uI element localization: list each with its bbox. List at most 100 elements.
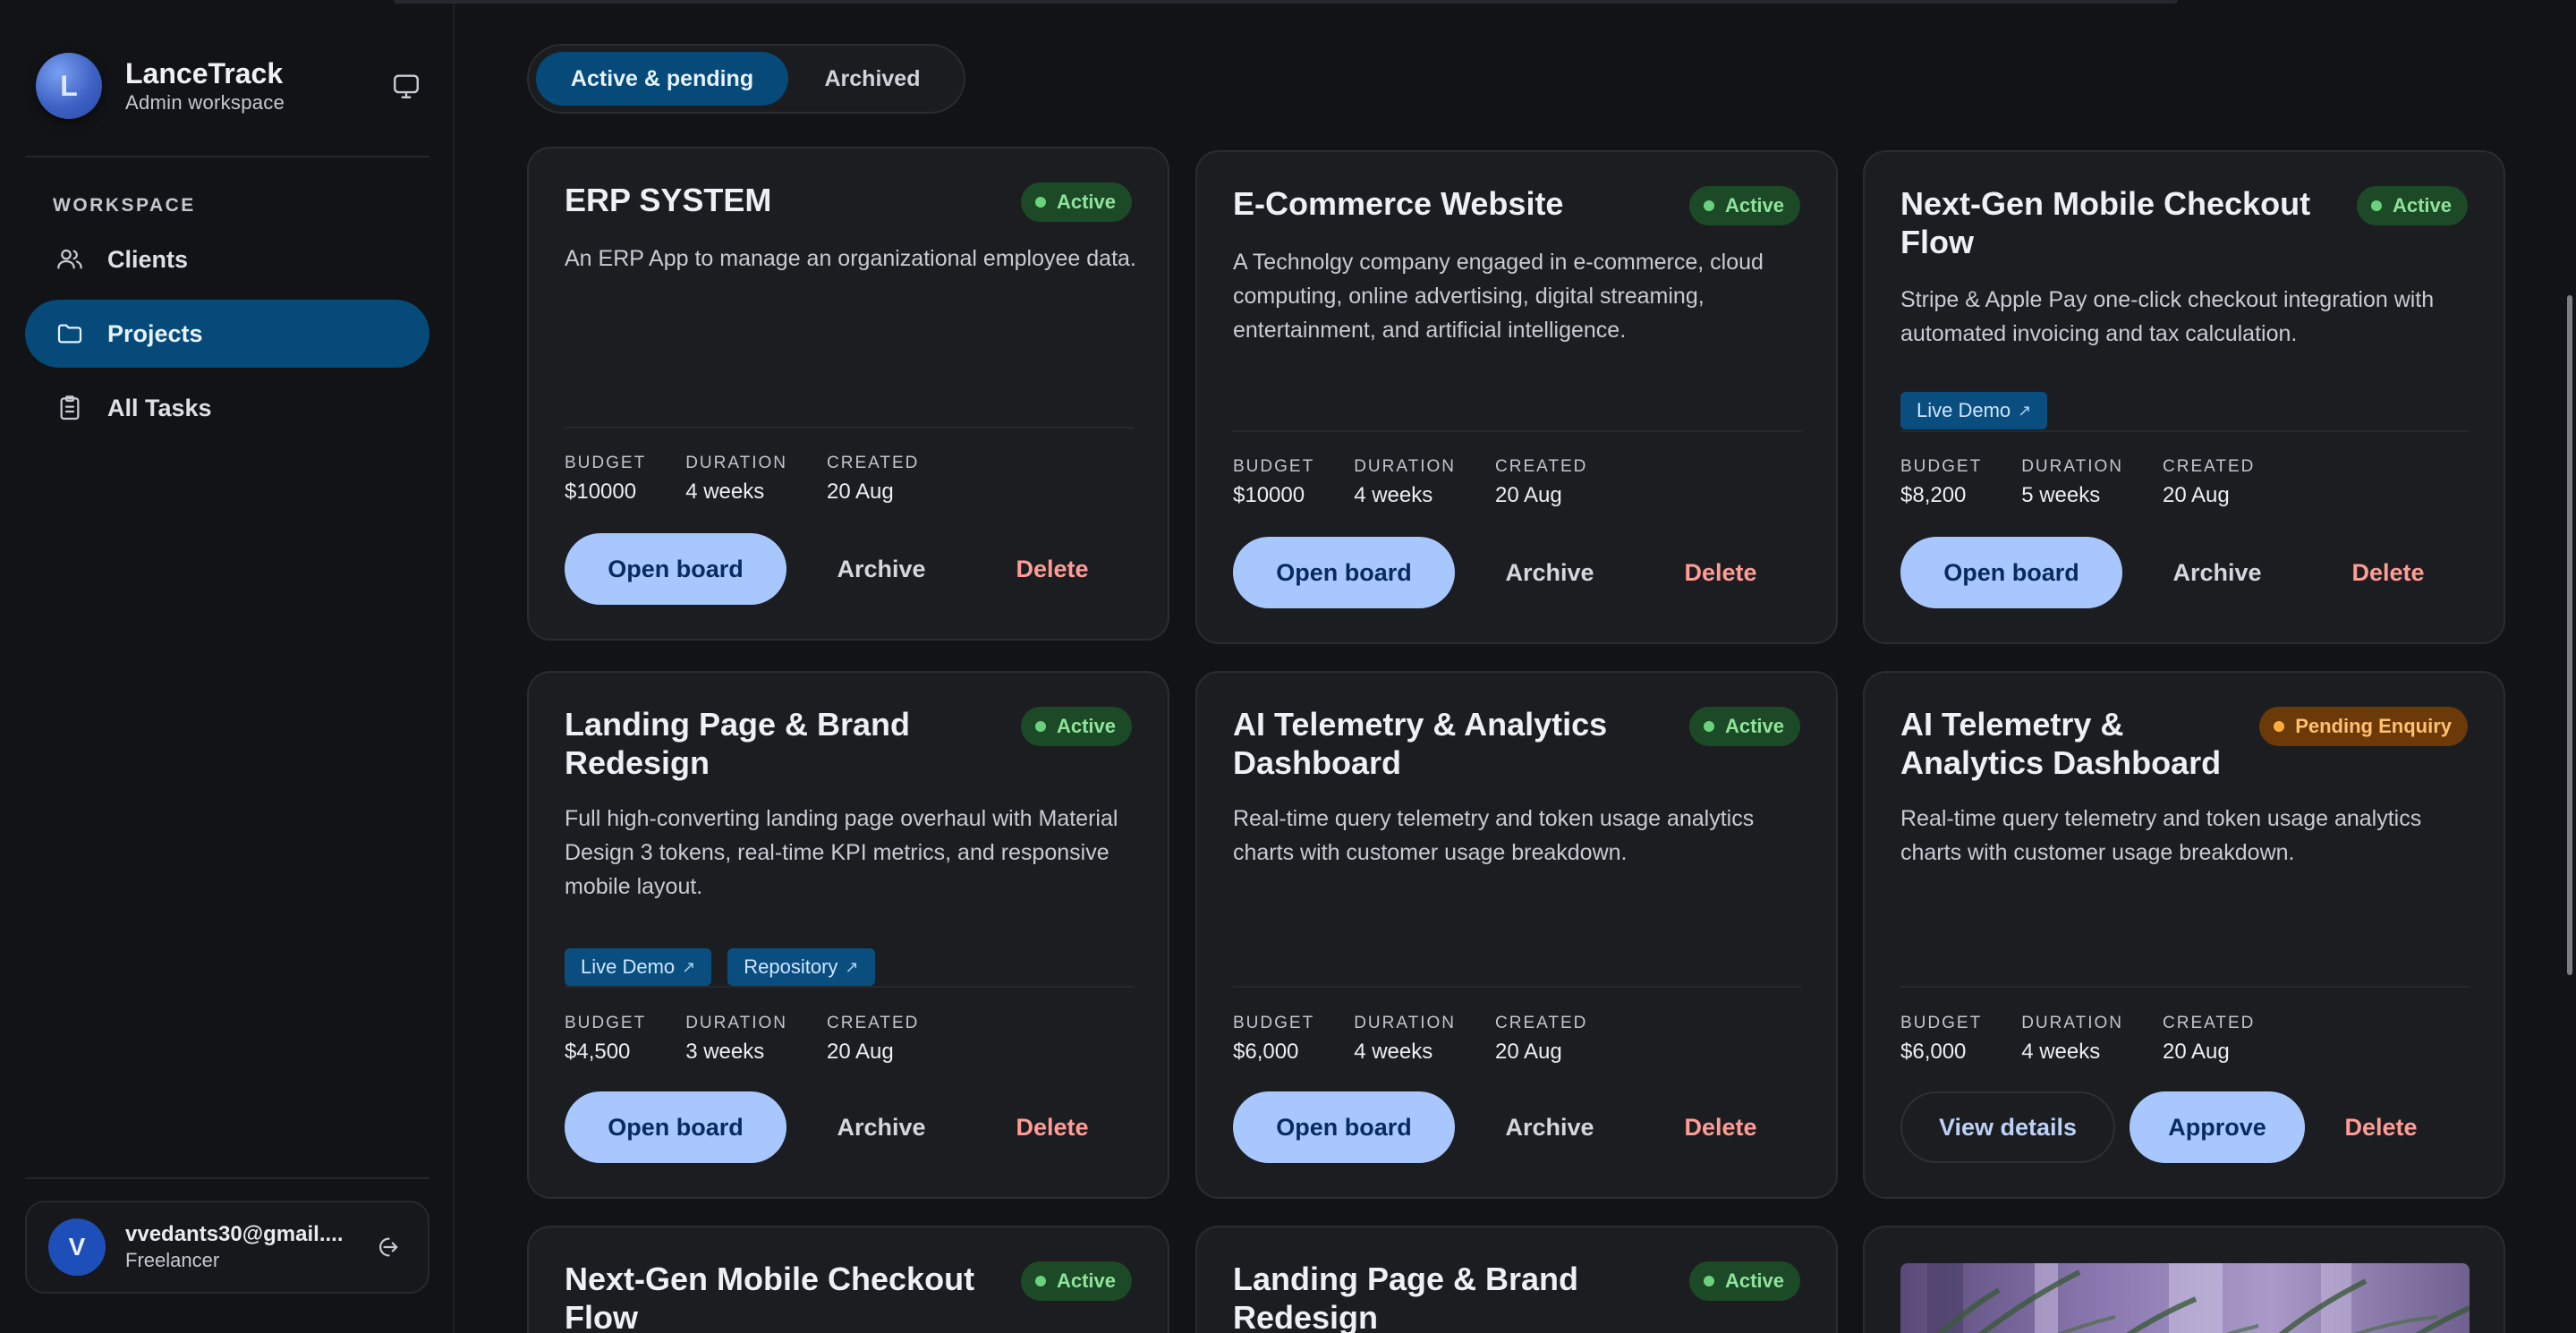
section-title-workspace: WORKSPACE <box>53 195 196 216</box>
sidebar-item-label: All Tasks <box>107 394 212 421</box>
budget-value: $8,200 <box>1900 483 1967 507</box>
meta-duration: DURATION 4 weeks <box>1354 456 1456 514</box>
budget-value: $6,000 <box>1900 1040 1967 1064</box>
external-link-icon: ↗ <box>682 957 696 976</box>
status-dot <box>1703 1276 1714 1286</box>
sidebar-item-clients[interactable]: Clients <box>25 225 429 293</box>
card-actions: View details Approve Delete <box>1900 1091 2457 1163</box>
meta-label: CREATED <box>1495 1014 1588 1032</box>
meta-duration: DURATION 4 weeks <box>2021 1013 2123 1070</box>
status-dot <box>1034 721 1046 732</box>
archive-button[interactable]: Archive <box>1455 537 1645 608</box>
external-link-icon: ↗ <box>2018 401 2032 420</box>
monitor-icon[interactable] <box>383 63 429 109</box>
meta-label: BUDGET <box>565 454 647 472</box>
meta-label: CREATED <box>1495 457 1588 476</box>
status-badge: Active <box>1688 707 1800 746</box>
project-card: AI Telemetry & Analytics Dashboard Pendi… <box>1863 671 2505 1199</box>
view-details-button[interactable]: View details <box>1900 1091 2115 1163</box>
project-title: Next-Gen Mobile Checkout Flow <box>1900 185 2311 260</box>
archive-button[interactable]: Archive <box>786 533 976 605</box>
scrollbar-thumb[interactable] <box>2567 295 2572 975</box>
card-actions: Open board Archive Delete <box>565 533 1128 605</box>
meta-label: DURATION <box>685 454 787 472</box>
archive-button[interactable]: Archive <box>1455 1091 1645 1163</box>
archive-button[interactable]: Archive <box>2122 537 2312 608</box>
meta-label: DURATION <box>685 1014 787 1032</box>
live-demo-link[interactable]: Live Demo ↗ <box>565 948 712 986</box>
project-meta: BUDGET $10000 DURATION 4 weeks CREATED 20 A… <box>565 453 919 510</box>
meta-label: BUDGET <box>1900 457 1983 476</box>
project-card: E-Commerce Website Active A Technolgy co… <box>1195 150 1838 644</box>
meta-budget: BUDGET $10000 <box>565 453 646 510</box>
project-meta: BUDGET $10000 DURATION 4 weeks CREATED 20 A… <box>1233 456 1587 514</box>
meta-created: CREATED 20 Aug <box>827 453 919 510</box>
status-dot <box>2274 721 2285 732</box>
delete-button[interactable]: Delete <box>2312 537 2464 608</box>
archive-button[interactable]: Archive <box>786 1091 976 1163</box>
meta-budget: BUDGET $6,000 <box>1233 1013 1314 1070</box>
card-divider <box>1900 986 2470 988</box>
sidebar-item-all-tasks[interactable]: All Tasks <box>25 374 429 442</box>
sidebar-divider-top <box>25 156 429 157</box>
status-badge: Active <box>2356 186 2468 225</box>
status-label: Active <box>1724 194 1784 217</box>
meta-label: BUDGET <box>565 1014 647 1032</box>
card-actions: Open board Archive Delete <box>565 1091 1128 1163</box>
status-dot <box>2370 200 2382 211</box>
delete-button[interactable]: Delete <box>976 533 1128 605</box>
brand-text: LanceTrack Admin workspace <box>125 56 383 115</box>
project-description: An ERP App to manage an organizational e… <box>565 246 1136 271</box>
approve-button[interactable]: Approve <box>2130 1091 2305 1163</box>
meta-label: BUDGET <box>1233 457 1315 476</box>
meta-duration: DURATION 4 weeks <box>685 453 787 510</box>
link-label: Repository <box>744 955 838 978</box>
status-label: Active <box>2392 194 2452 217</box>
open-board-button[interactable]: Open board <box>1233 1091 1455 1163</box>
delete-button[interactable]: Delete <box>1645 1091 1797 1163</box>
project-card: Landing Page & Brand Redesign Active <box>1195 1226 1838 1333</box>
project-card <box>1863 1226 2505 1333</box>
open-board-button[interactable]: Open board <box>565 1091 786 1163</box>
brand-subtitle: Admin workspace <box>125 91 285 114</box>
delete-button[interactable]: Delete <box>2305 1091 2457 1163</box>
sidebar-item-label: Projects <box>107 319 203 347</box>
status-dot <box>1703 721 1714 732</box>
meta-budget: BUDGET $4,500 <box>565 1013 646 1070</box>
folder-icon <box>55 319 84 348</box>
budget-value: $6,000 <box>1233 1040 1299 1064</box>
project-title: AI Telemetry & Analytics Dashboard <box>1900 706 2222 781</box>
open-board-button[interactable]: Open board <box>1233 537 1455 608</box>
card-actions: Open board Archive Delete <box>1900 537 2464 608</box>
tab-archived[interactable]: Archived <box>788 52 956 106</box>
duration-value: 4 weeks <box>685 480 765 504</box>
card-divider <box>1900 430 2470 432</box>
project-card: Landing Page & Brand Redesign Active Ful… <box>527 671 1169 1199</box>
duration-value: 4 weeks <box>1354 483 1433 507</box>
scrollbar[interactable] <box>2560 0 2576 1333</box>
logout-icon[interactable] <box>363 1224 410 1270</box>
user-email: vvedants30@gmail.... <box>125 1222 344 1246</box>
status-dot <box>1034 197 1046 208</box>
meta-created: CREATED 20 Aug <box>827 1013 919 1070</box>
project-meta: BUDGET $6,000 DURATION 4 weeks CREATED 20 A… <box>1233 1013 1587 1070</box>
sidebar-divider-bottom <box>25 1177 429 1179</box>
users-icon <box>55 245 84 274</box>
project-description: Stripe & Apple Pay one-click checkout in… <box>1900 287 2435 346</box>
meta-budget: BUDGET $10000 <box>1233 456 1314 514</box>
delete-button[interactable]: Delete <box>976 1091 1128 1163</box>
open-board-button[interactable]: Open board <box>1900 537 2122 608</box>
tab-active-pending[interactable]: Active & pending <box>536 52 788 106</box>
delete-button[interactable]: Delete <box>1645 537 1797 608</box>
sidebar-item-projects[interactable]: Projects <box>25 300 429 368</box>
meta-budget: BUDGET $6,000 <box>1900 1013 1982 1070</box>
repository-link[interactable]: Repository ↗ <box>727 948 875 986</box>
card-divider <box>1233 430 1802 432</box>
open-board-button[interactable]: Open board <box>565 533 786 605</box>
budget-value: $10000 <box>565 480 637 504</box>
status-badge: Active <box>1688 1261 1800 1301</box>
project-meta: BUDGET $6,000 DURATION 4 weeks CREATED 20 A… <box>1900 1013 2255 1070</box>
project-description: Real-time query telemetry and token usag… <box>1233 806 1755 865</box>
meta-created: CREATED 20 Aug <box>1495 1013 1587 1070</box>
live-demo-link[interactable]: Live Demo ↗ <box>1900 392 2048 429</box>
